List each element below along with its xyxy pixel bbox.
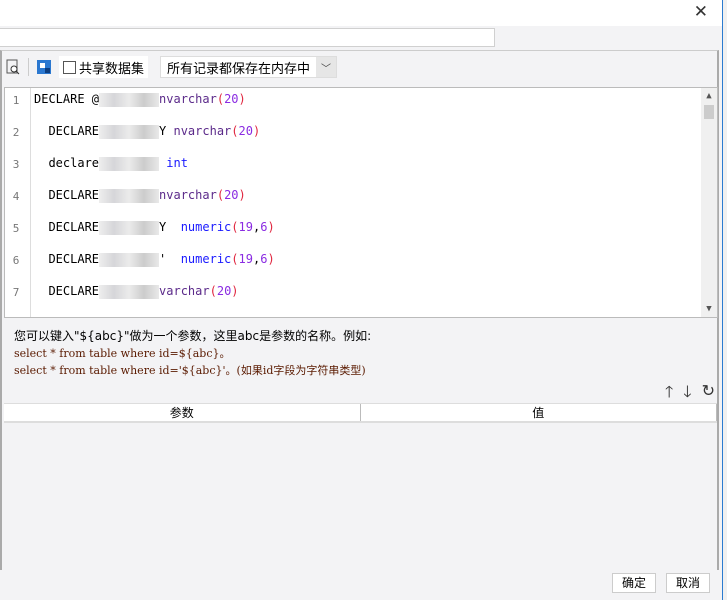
data-type: int (159, 156, 188, 170)
redacted-name (99, 252, 160, 267)
number: 19 (238, 220, 253, 234)
scroll-thumb[interactable] (704, 105, 714, 119)
column-header-parameter[interactable]: 参数 (4, 404, 361, 421)
data-type: nvarchar (159, 188, 217, 202)
code-line: DECLARE @CON varchar(20) (34, 316, 222, 317)
redacted-name (99, 188, 160, 203)
paren: ( (209, 284, 217, 298)
close-icon[interactable]: ✕ (694, 2, 708, 22)
sql-editor[interactable]: 1 DECLARE @ nvarchar(20) 2 DECLARE Y nvarcha… (4, 87, 718, 318)
identifier-tail: Y (159, 124, 174, 138)
number: 20 (200, 316, 214, 317)
code-line: declare int (34, 156, 188, 171)
title-bar: ✕ (0, 0, 722, 26)
vertical-scrollbar[interactable]: ▲ ▼ (701, 88, 717, 317)
line-number: 5 (12, 222, 20, 235)
window-border (722, 0, 727, 600)
keyword: DECLARE (34, 188, 100, 202)
keyword: DECLARE (34, 284, 100, 298)
data-type: numeric (173, 220, 232, 234)
storage-mode-value: 所有记录都保存在内存中 (167, 61, 311, 77)
paren: ( (216, 92, 225, 106)
code-line: DECLARE varchar(20) (34, 284, 239, 299)
data-type: varchar (159, 284, 210, 298)
redacted-name (99, 124, 160, 139)
scroll-down-icon[interactable]: ▼ (701, 301, 717, 317)
number: 20 (224, 92, 239, 106)
code-line: DECLARE Y nvarchar(20) (34, 124, 260, 139)
preview-icon[interactable] (4, 58, 22, 76)
data-type: nvarchar (159, 92, 217, 106)
paren: ) (252, 124, 261, 138)
ok-button[interactable]: 确定 (612, 573, 656, 593)
toolbar-divider (28, 58, 29, 76)
keyword: DECLARE (34, 220, 100, 234)
keyword: DECLARE (34, 124, 100, 138)
paren: ) (238, 188, 246, 202)
number: 20 (238, 124, 253, 138)
keyword: DECLARE @ (34, 92, 100, 106)
code-line: DECLARE nvarchar(20) (34, 188, 246, 203)
code-line: DECLARE Y numeric(19,6) (34, 220, 275, 235)
code-line: DECLARE @ nvarchar(20) (34, 92, 246, 107)
table-header: 参数 值 (4, 403, 717, 423)
share-dataset-label: 共享数据集 (79, 61, 145, 77)
column-header-value[interactable]: 值 (361, 404, 717, 421)
dataset-name-input[interactable] (0, 28, 495, 47)
storage-mode-select[interactable]: 所有记录都保存在内存中 ﹀ (160, 56, 338, 78)
line-number: 1 (12, 94, 20, 107)
help-text: 您可以键入"${abc}"做为一个参数，这里abc是参数的名称。例如: sele… (14, 328, 371, 379)
line-number: 6 (12, 254, 20, 267)
redacted-name (99, 220, 160, 235)
line-number: 7 (12, 286, 20, 299)
number: 19 (238, 252, 253, 266)
parameter-icon[interactable] (35, 58, 53, 76)
keyword: declare (34, 156, 100, 170)
cancel-button[interactable]: 取消 (666, 573, 710, 593)
toolbar: 共享数据集 所有记录都保存在内存中 ﹀ (4, 54, 338, 80)
help-line-3: select * from table where id='${abc}'。(如… (14, 364, 366, 377)
paren: ( (231, 220, 239, 234)
parameter-table: 参数 值 (4, 403, 717, 565)
paren: ( (216, 188, 225, 202)
keyword: DECLARE (34, 252, 100, 266)
help-line-1: 您可以键入"${abc}"做为一个参数，这里abc是参数的名称。例如: (14, 329, 372, 343)
number: 20 (216, 284, 232, 298)
paren: ) (231, 284, 239, 298)
number: 20 (224, 188, 239, 202)
code-line: DECLARE ' numeric(19,6) (34, 252, 275, 267)
line-number: 2 (12, 126, 20, 139)
chevron-down-icon[interactable]: ﹀ (316, 57, 337, 77)
paren: ) (238, 92, 246, 106)
redacted-name (99, 92, 160, 107)
redacted-name (99, 156, 160, 171)
data-type: nvarchar (173, 124, 232, 138)
redacted-name (99, 284, 160, 299)
paren: ) (267, 220, 275, 234)
share-dataset-checkbox[interactable]: 共享数据集 (59, 56, 149, 78)
scroll-up-icon[interactable]: ▲ (701, 88, 717, 104)
data-type: varchar (135, 316, 193, 317)
paren: ( (231, 124, 239, 138)
paren: ) (215, 316, 222, 317)
keyword: DECLARE @CON (34, 316, 135, 317)
line-number: 3 (12, 158, 20, 171)
checkbox-box[interactable] (63, 60, 76, 74)
help-line-2: select * from table where id=${abc}。 (14, 347, 231, 360)
line-number: 4 (12, 190, 20, 203)
paren: ) (267, 252, 275, 266)
data-type: numeric (173, 252, 232, 266)
identifier-tail: Y (159, 220, 174, 234)
identifier-tail: ' (159, 252, 174, 266)
paren: ( (231, 252, 239, 266)
